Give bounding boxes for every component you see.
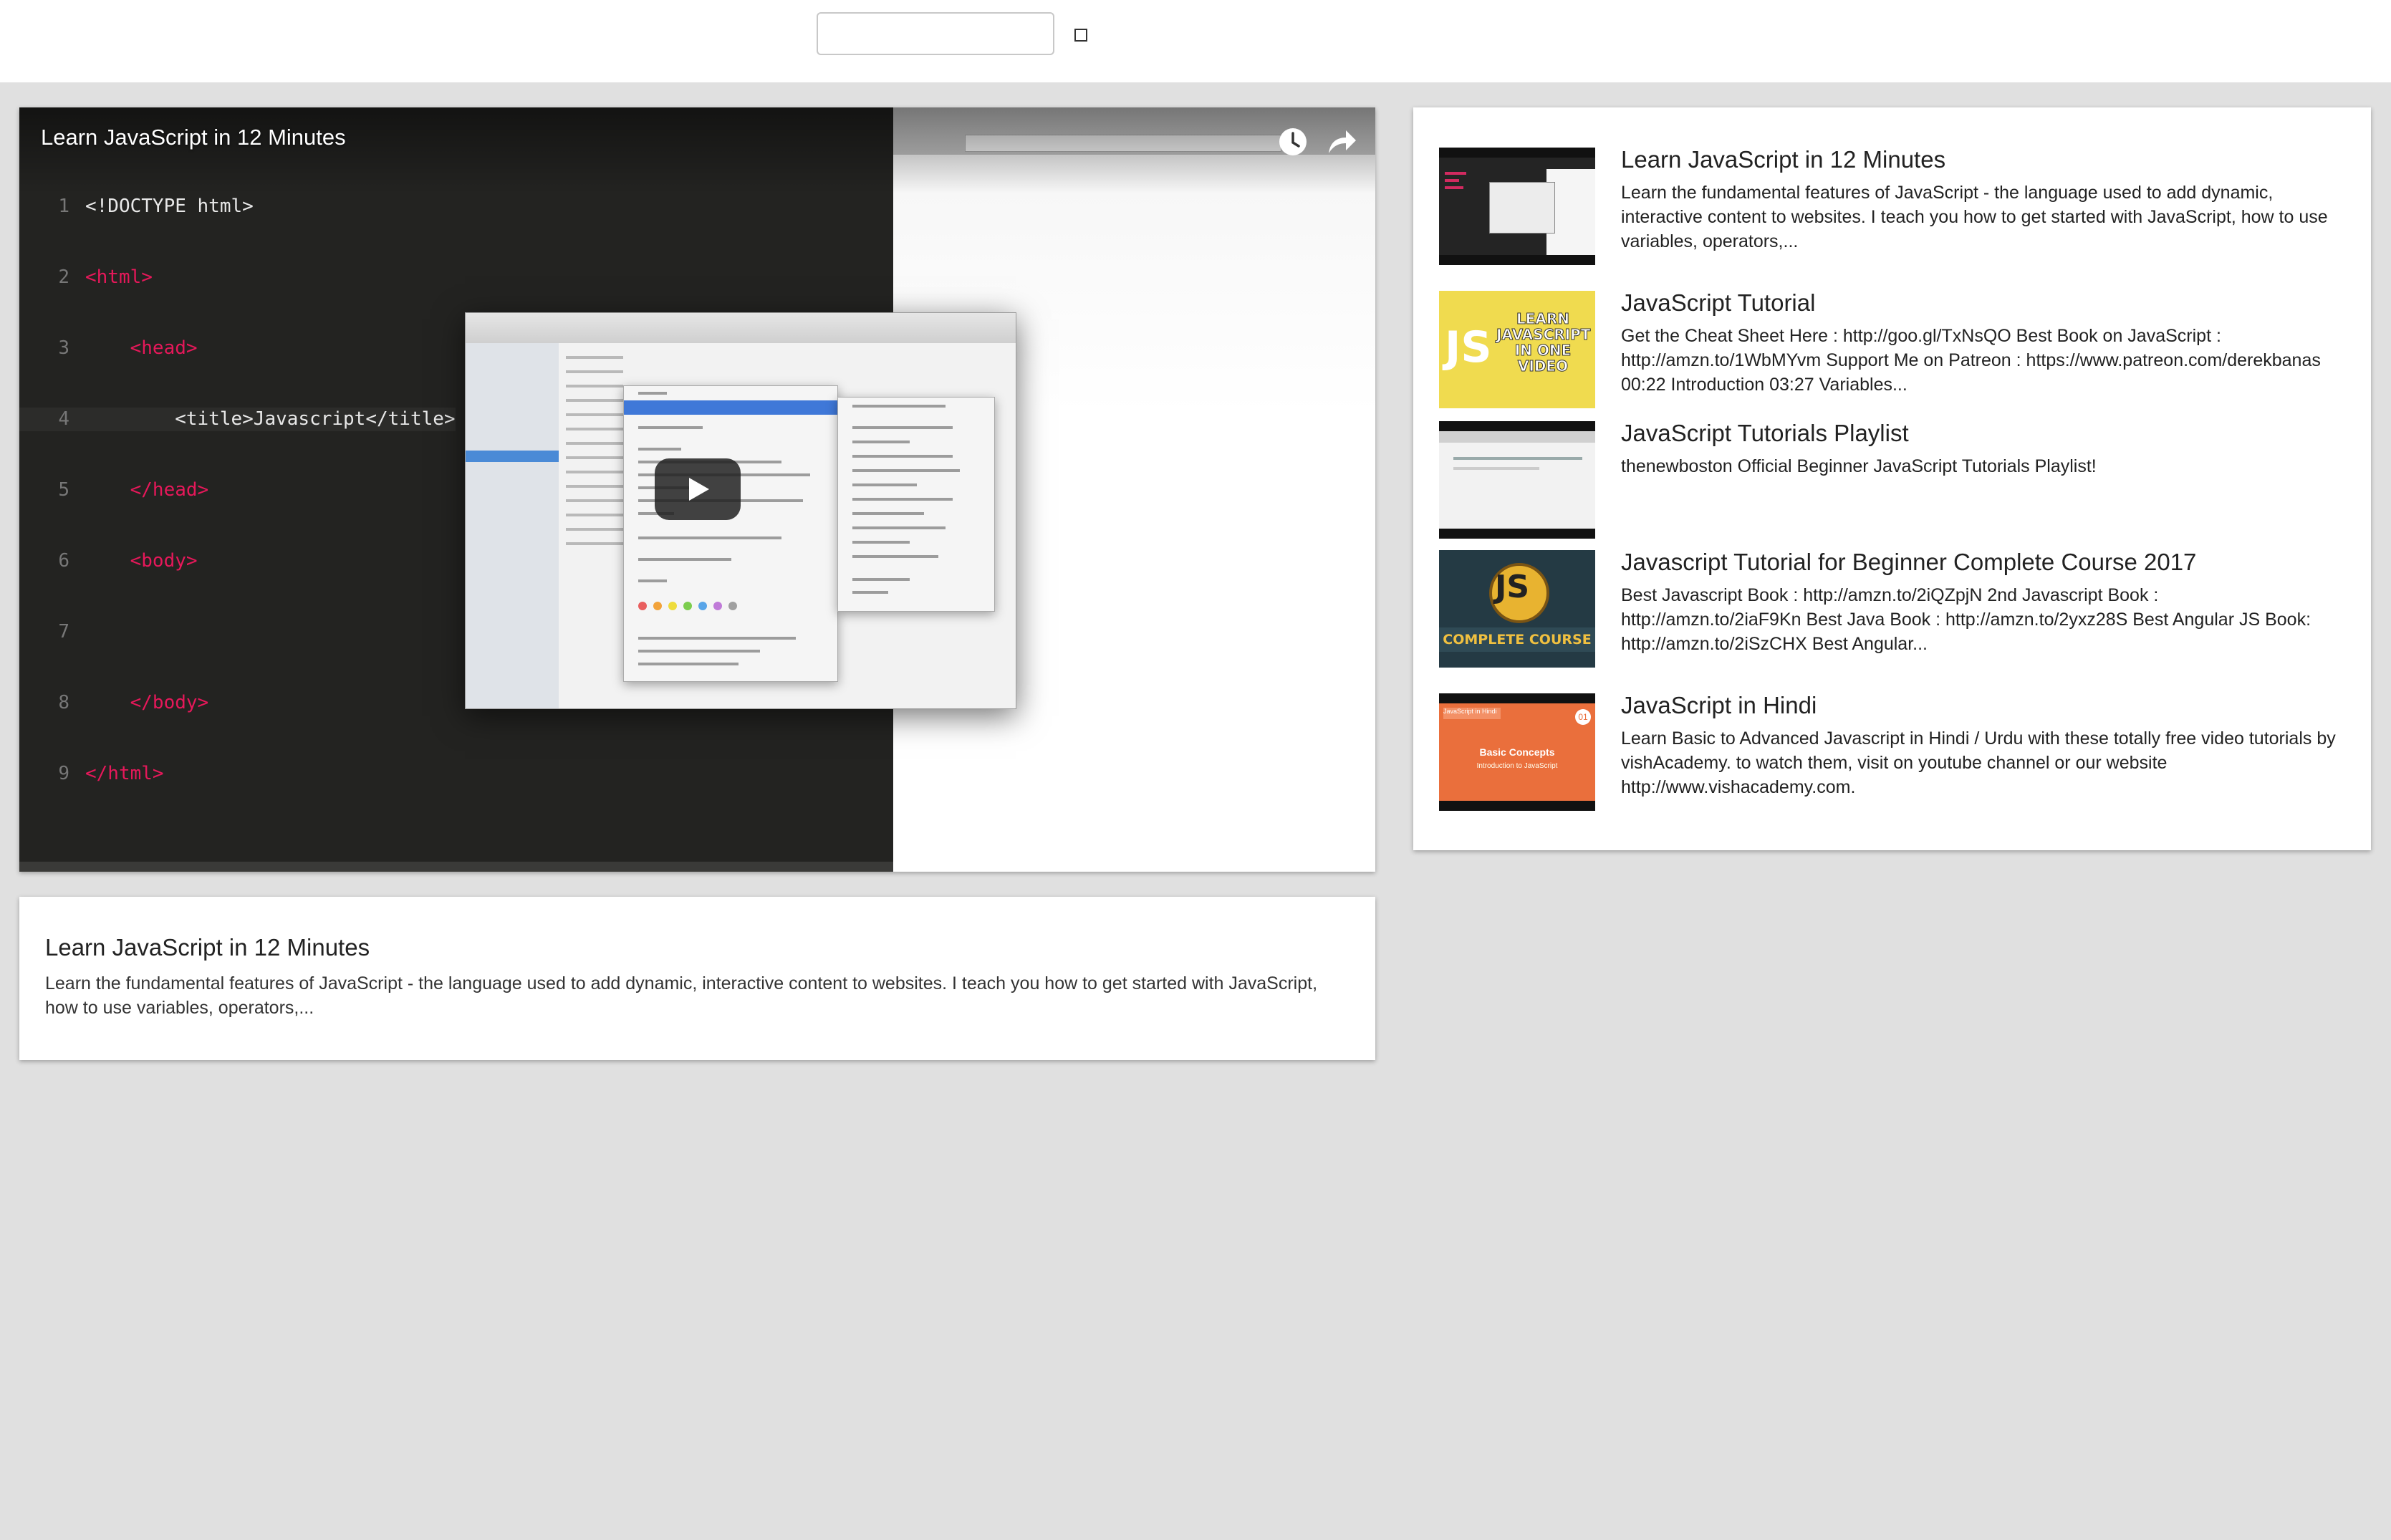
video-list-item[interactable]: Learn JavaScript in 12 Minutes Learn the… xyxy=(1439,146,2356,268)
video-frame-submenu xyxy=(837,397,995,612)
video-title[interactable]: Learn JavaScript in 12 Minutes xyxy=(41,125,346,150)
video-list-item[interactable]: JavaScript in Hindi 01 Basic Concepts In… xyxy=(1439,692,2356,814)
video-frame-code: 1 <!DOCTYPE html> 2 <html> 3 <head> 4 <tit… xyxy=(19,148,456,833)
video-details: Learn JavaScript in 12 Minutes Learn the… xyxy=(19,897,1375,1060)
video-list-item-title[interactable]: Learn JavaScript in 12 Minutes xyxy=(1621,146,1945,173)
video-list-item[interactable]: JavaScript Tutorials Playlist thenewbost… xyxy=(1439,420,2356,542)
search-input[interactable] xyxy=(817,12,1054,55)
video-list-item[interactable]: JS LEARN JAVASCRIPT IN ONE VIDEO JavaScr… xyxy=(1439,289,2356,411)
video-frame-context-menu xyxy=(623,385,838,682)
video-list-item-description: Best Javascript Book : http://amzn.to/2i… xyxy=(1621,585,2311,654)
play-icon xyxy=(689,478,709,501)
video-list-item-description: Learn the fundamental features of JavaSc… xyxy=(1621,183,2328,251)
video-list-item-description: Learn Basic to Advanced Javascript in Hi… xyxy=(1621,728,2336,797)
video-list-item[interactable]: JS COMPLETE COURSE Javascript Tutorial f… xyxy=(1439,549,2356,670)
clock-icon[interactable] xyxy=(1276,125,1310,159)
video-list-item-title[interactable]: JavaScript Tutorial xyxy=(1621,289,1815,317)
search-button[interactable] xyxy=(1074,29,1087,42)
video-details-title: Learn JavaScript in 12 Minutes xyxy=(45,934,370,961)
video-list-item-title[interactable]: Javascript Tutorial for Beginner Complet… xyxy=(1621,549,2196,576)
top-bar xyxy=(0,0,2391,82)
video-thumbnail[interactable]: JS LEARN JAVASCRIPT IN ONE VIDEO xyxy=(1439,291,1595,408)
play-button[interactable] xyxy=(655,458,741,520)
video-thumbnail[interactable]: JavaScript in Hindi 01 Basic Concepts In… xyxy=(1439,693,1595,811)
video-player[interactable]: 1 <!DOCTYPE html> 2 <html> 3 <head> 4 <tit… xyxy=(19,107,1375,872)
video-thumbnail[interactable] xyxy=(1439,421,1595,539)
video-thumbnail[interactable] xyxy=(1439,148,1595,265)
video-frame-status-bar xyxy=(19,862,893,872)
video-list-item-title[interactable]: JavaScript in Hindi xyxy=(1621,692,1817,719)
video-list-item-title[interactable]: JavaScript Tutorials Playlist xyxy=(1621,420,1909,447)
video-thumbnail[interactable]: JS COMPLETE COURSE xyxy=(1439,550,1595,668)
video-list-item-description: thenewboston Official Beginner JavaScrip… xyxy=(1621,456,2097,476)
video-list: Learn JavaScript in 12 Minutes Learn the… xyxy=(1413,107,2371,850)
video-list-item-description: Get the Cheat Sheet Here : http://goo.gl… xyxy=(1621,326,2321,395)
video-details-description: Learn the fundamental features of JavaSc… xyxy=(45,973,1318,1018)
share-arrow-icon[interactable] xyxy=(1323,125,1359,159)
